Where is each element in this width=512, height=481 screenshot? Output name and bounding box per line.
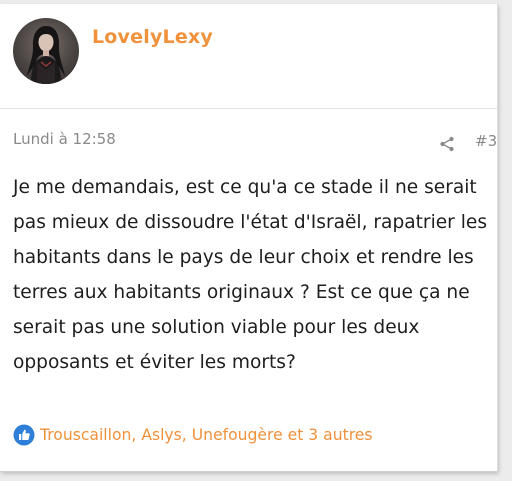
user-avatar[interactable] bbox=[13, 18, 79, 84]
forum-post: LovelyLexy Lundi à 12:58 #3 Je me demand… bbox=[0, 4, 498, 472]
post-header: LovelyLexy bbox=[0, 4, 497, 109]
share-icon[interactable] bbox=[439, 136, 455, 152]
post-number-link[interactable]: #3 bbox=[475, 132, 497, 150]
post-meta: Lundi à 12:58 #3 bbox=[13, 130, 497, 156]
username-link[interactable]: LovelyLexy bbox=[92, 26, 213, 48]
like-icon bbox=[13, 424, 35, 446]
post-message: Je me demandais, est ce qu'a ce stade il… bbox=[13, 177, 488, 373]
post-date[interactable]: Lundi à 12:58 bbox=[13, 130, 116, 148]
reactions-users-link[interactable]: Trouscaillon, Aslys, Unefougère et 3 aut… bbox=[40, 426, 373, 444]
reactions-bar[interactable]: Trouscaillon, Aslys, Unefougère et 3 aut… bbox=[13, 423, 373, 447]
